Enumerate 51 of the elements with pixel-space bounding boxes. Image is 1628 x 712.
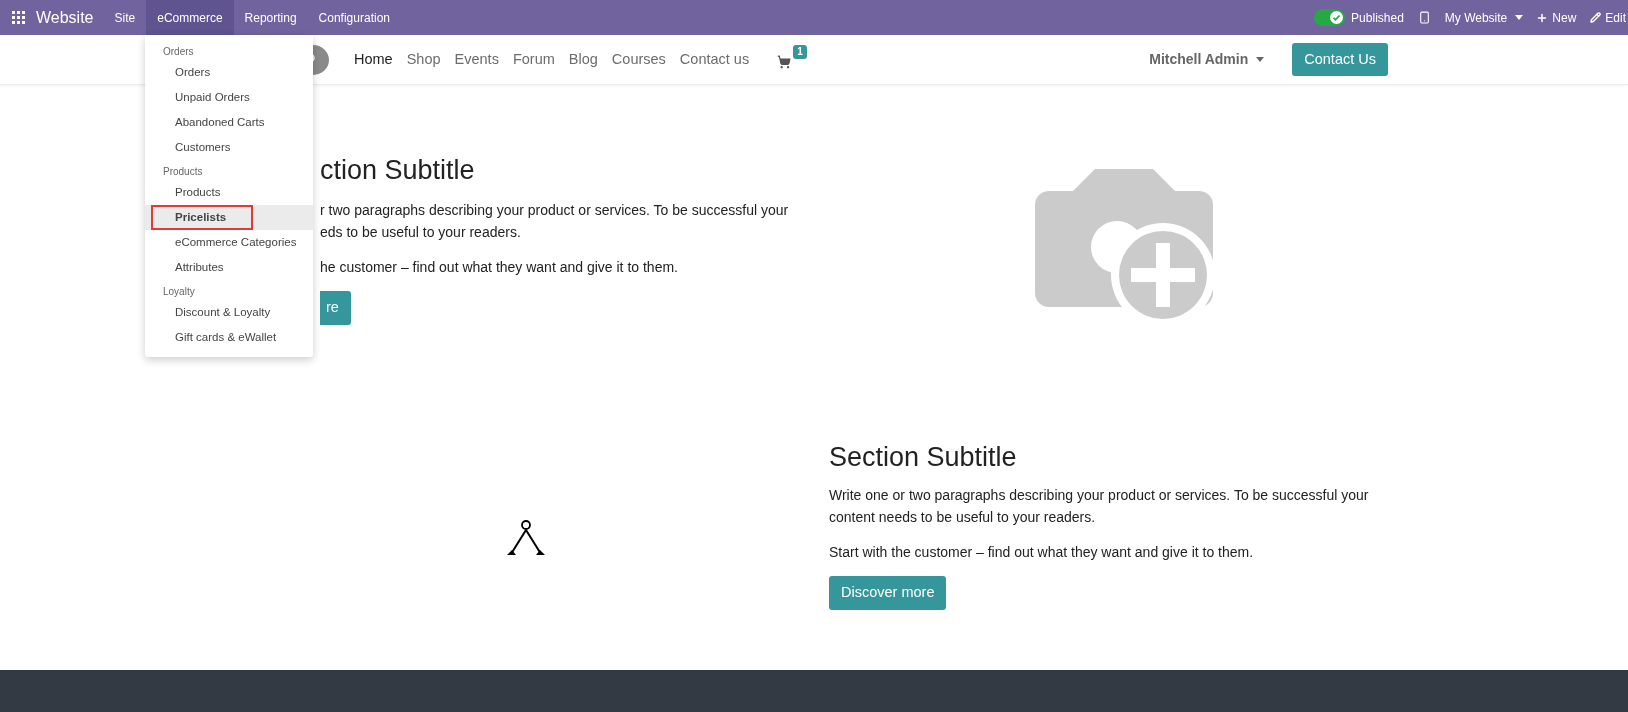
pencil-icon xyxy=(1590,12,1602,23)
top-menu-item[interactable]: eCommerce xyxy=(146,0,234,35)
website-switcher[interactable]: My Website xyxy=(1444,8,1524,27)
menu-section-header: Products xyxy=(162,165,204,179)
caret-icon xyxy=(1515,15,1524,20)
menu-item[interactable]: Discount & Loyalty xyxy=(151,300,307,325)
menu-section-header: Orders xyxy=(162,45,195,59)
menu-item[interactable]: Attributes xyxy=(151,255,307,280)
menu-item[interactable]: Orders xyxy=(151,60,307,85)
published-label: Published xyxy=(1351,9,1404,27)
publish-toggle[interactable] xyxy=(1314,9,1346,26)
menu-item[interactable]: Customers xyxy=(151,135,307,160)
top-menu-item[interactable]: Site xyxy=(103,0,147,35)
nav-link[interactable]: Shop xyxy=(406,48,441,71)
cart-count-badge: 1 xyxy=(793,44,807,59)
cart-icon[interactable] xyxy=(777,54,792,69)
menu-item[interactable]: Gift cards & eWallet xyxy=(151,325,307,350)
paragraph: Write one or two paragraphs describing your product or services. To be successful your content needs to be useful to your readers. xyxy=(829,486,1370,527)
mobile-preview-icon[interactable] xyxy=(1417,11,1431,24)
discover-more-button[interactable]: Discover more xyxy=(829,576,947,610)
menu-section-header: Loyalty xyxy=(162,285,196,299)
user-menu[interactable]: Mitchell Admin xyxy=(1149,49,1265,70)
contact-us-button[interactable]: Contact Us xyxy=(1292,43,1388,76)
menu-item[interactable]: Pricelists xyxy=(151,205,253,230)
nav-link[interactable]: Contact us xyxy=(679,48,750,71)
paragraph: he customer – find out what they want and give it to them. xyxy=(320,258,679,277)
nav-link[interactable]: Events xyxy=(454,48,499,71)
edit-button[interactable]: Edit xyxy=(1590,8,1626,27)
top-menu-item[interactable]: Configuration xyxy=(307,0,401,35)
paragraph-line: r two paragraphs describing your product or services. To be successful your xyxy=(320,201,790,220)
plus-icon xyxy=(1536,11,1549,24)
section-heading: ction Subtitle xyxy=(320,154,476,187)
nav-link[interactable]: Home xyxy=(354,48,393,71)
discover-more-button[interactable]: re xyxy=(320,291,351,325)
apps-grid-icon[interactable] xyxy=(12,11,25,24)
nav-link[interactable]: Blog xyxy=(568,48,598,71)
person-icon xyxy=(506,520,545,558)
menu-item[interactable]: Products xyxy=(151,180,307,205)
nav-link[interactable]: Courses xyxy=(611,48,666,71)
check-icon xyxy=(1330,11,1344,24)
new-button[interactable]: New xyxy=(1536,8,1577,27)
app-title: Website xyxy=(36,7,94,28)
menu-item[interactable]: Abandoned Carts xyxy=(151,110,307,135)
top-menu-item[interactable]: Reporting xyxy=(233,0,308,35)
caret-icon xyxy=(1256,57,1265,62)
menu-item[interactable]: Unpaid Orders xyxy=(151,85,307,110)
nav-link[interactable]: Forum xyxy=(512,48,555,71)
paragraph-line: eds to be useful to your readers. xyxy=(320,223,522,242)
paragraph: Start with the customer – find out what they want and give it to them. xyxy=(829,543,1255,562)
menu-item[interactable]: eCommerce Categories xyxy=(151,230,307,255)
section-heading: Section Subtitle xyxy=(829,441,1018,474)
